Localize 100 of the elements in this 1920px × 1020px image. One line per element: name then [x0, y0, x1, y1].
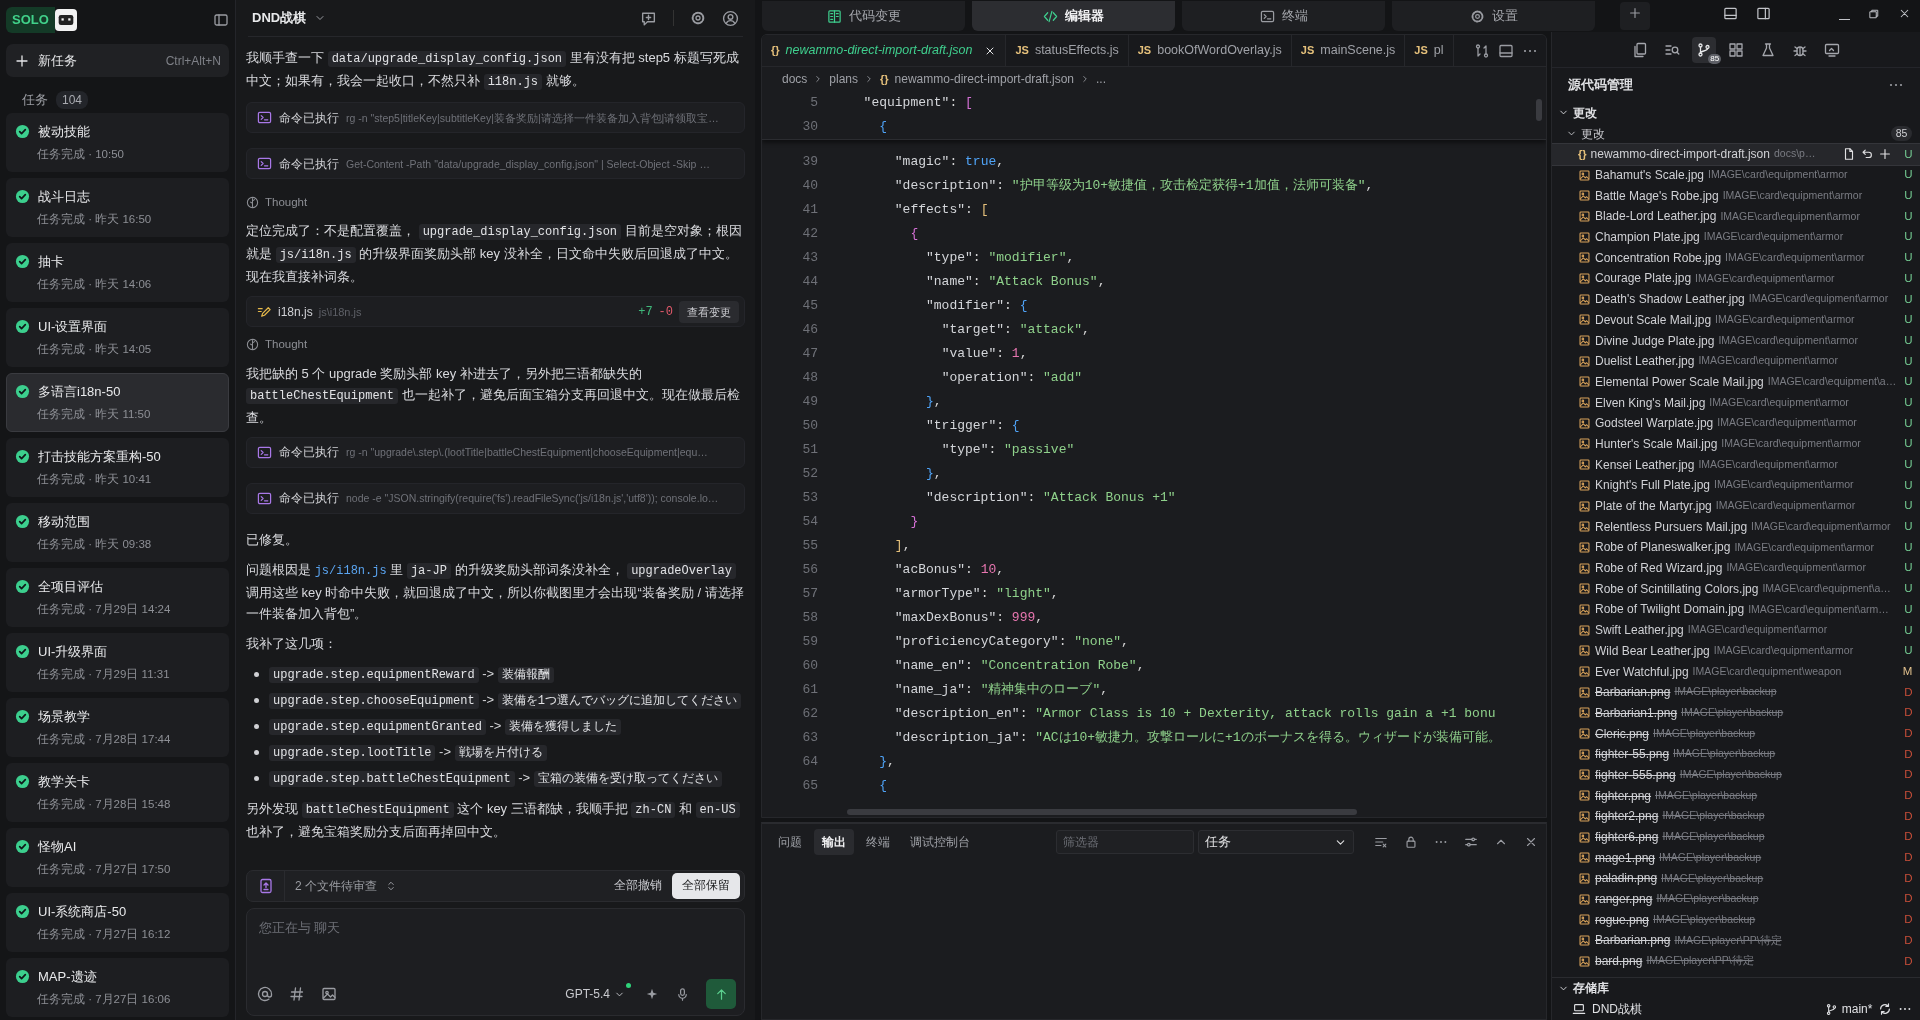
- file-row[interactable]: Robe of Red Wizard.jpg IMAGE\card\equipment\armor U: [1552, 557, 1920, 579]
- code-line: "effects": [: [893, 201, 989, 219]
- task-item[interactable]: UI-设置界面 任务完成 · 昨天 14:05: [6, 308, 229, 367]
- file-row[interactable]: fighter-555.png IMAGE\player\backup D: [1552, 764, 1920, 786]
- pending-files-button[interactable]: 2 个文件待审查: [285, 876, 403, 896]
- file-row[interactable]: Plate of the Martyr.jpg IMAGE\card\equipment\armor U: [1552, 495, 1920, 517]
- task-item[interactable]: 场景教学 任务完成 · 7月28日 17:44: [6, 698, 229, 757]
- output-channel-select[interactable]: 任务: [1198, 830, 1354, 854]
- top-tab[interactable]: 设置: [1392, 1, 1595, 31]
- panel-tab[interactable]: 输出: [814, 829, 854, 855]
- top-tab[interactable]: 终端: [1182, 1, 1385, 31]
- task-item[interactable]: 教学关卡 任务完成 · 7月28日 15:48: [6, 763, 229, 822]
- line-number: 46: [801, 321, 818, 339]
- file-row[interactable]: Godsteel Warplate.jpg IMAGE\card\equipment\armor U: [1552, 412, 1920, 434]
- file-path: IMAGE\card\equipment\armor: [1709, 394, 1849, 410]
- file-row[interactable]: Blade-Lord Leather.jpg IMAGE\card\equipment\armor U: [1552, 206, 1920, 227]
- model-selector[interactable]: GPT-5.4: [561, 983, 629, 1005]
- breadcrumb-item[interactable]: ...: [1096, 70, 1106, 88]
- file-row[interactable]: fighter-55.png IMAGE\player\backup D: [1552, 743, 1920, 765]
- file-row[interactable]: Ever Watchful.jpg IMAGE\card\equipment\weapon M: [1552, 661, 1920, 682]
- editor-tab[interactable]: JS bookOfWordOverlay.js: [1128, 35, 1292, 66]
- command-card[interactable]: 命令已执行 rg -n "upgrade\.step\.(lootTitle|battleChestEquipment|chooseEquipment|equ…: [246, 436, 745, 468]
- file-row[interactable]: rogue.png IMAGE\player\backup D: [1552, 909, 1920, 931]
- task-item[interactable]: 全项目评估 任务完成 · 7月29日 14:24: [6, 568, 229, 627]
- file-row[interactable]: mage1.png IMAGE\player\backup D: [1552, 847, 1920, 869]
- file-row[interactable]: Courage Plate.jpg IMAGE\card\equipment\armor U: [1552, 268, 1920, 289]
- editor-tab[interactable]: JS statusEffects.js: [1006, 35, 1129, 66]
- file-row[interactable]: Concentration Robe.jpg IMAGE\card\equipment\armor U: [1552, 247, 1920, 269]
- panel-tab[interactable]: 问题: [770, 829, 810, 855]
- file-path: IMAGE\player\backup: [1659, 849, 1762, 865]
- file-row[interactable]: fighter6.png IMAGE\player\backup D: [1552, 826, 1920, 848]
- file-row[interactable]: paladin.png IMAGE\player\backup D: [1552, 868, 1920, 889]
- file-row[interactable]: Barbarian.png IMAGE\player\backup D: [1552, 681, 1920, 703]
- panel-tab[interactable]: 终端: [858, 829, 898, 855]
- file-row[interactable]: Battle Mage's Robe.jpg IMAGE\card\equipment\armor U: [1552, 185, 1920, 207]
- file-row[interactable]: Barbarian.png IMAGE\player\PP\待定 D: [1552, 930, 1920, 951]
- editor-tab[interactable]: JS pl: [1405, 35, 1454, 66]
- keep-all-button[interactable]: 全部保留: [672, 873, 740, 899]
- top-tab[interactable]: 代码变更: [762, 1, 965, 31]
- file-row[interactable]: Relentless Pursuers Mail.jpg IMAGE\card\equipment\armor U: [1552, 516, 1920, 538]
- group-header[interactable]: 更改 85: [1552, 123, 1920, 144]
- view-changes-button[interactable]: 查看变更: [679, 300, 739, 323]
- section-header[interactable]: 存储库: [1552, 977, 1920, 998]
- breadcrumb-item[interactable]: newammo-direct-import-draft.json: [894, 70, 1074, 88]
- file-row[interactable]: Divine Judge Plate.jpg IMAGE\card\equipment\armor U: [1552, 330, 1920, 351]
- top-tab[interactable]: 编辑器: [972, 1, 1175, 31]
- file-row[interactable]: Robe of Scintillating Colors.jpg IMAGE\card\equipment\a… U: [1552, 578, 1920, 600]
- task-item[interactable]: UI-系统商店-50 任务完成 · 7月27日 16:12: [6, 893, 229, 952]
- file-row[interactable]: Elemental Power Scale Mail.jpg IMAGE\card\equipment\a… U: [1552, 371, 1920, 393]
- task-item[interactable]: 被动技能 任务完成 · 10:50: [6, 113, 229, 172]
- file-row[interactable]: Robe of Twilight Domain.jpg IMAGE\card\equipment\arm… U: [1552, 599, 1920, 620]
- task-item[interactable]: MAP-遗迹 任务完成 · 7月27日 16:06: [6, 958, 229, 1017]
- task-item[interactable]: 怪物AI 任务完成 · 7月27日 17:50: [6, 828, 229, 887]
- file-row[interactable]: Cleric.png IMAGE\player\backup D: [1552, 723, 1920, 744]
- thought-label[interactable]: Thought: [265, 194, 308, 212]
- file-row[interactable]: Duelist Leather.jpg IMAGE\card\equipment\armor U: [1552, 350, 1920, 372]
- thought-label[interactable]: Thought: [265, 336, 308, 354]
- new-task-button[interactable]: 新任务 Ctrl+Alt+N: [6, 44, 229, 77]
- panel-tab[interactable]: 调试控制台: [902, 829, 978, 855]
- file-row[interactable]: bard.png IMAGE\player\PP\待定 D: [1552, 950, 1920, 972]
- task-item[interactable]: 抽卡 任务完成 · 昨天 14:06: [6, 243, 229, 302]
- file-row[interactable]: Champion Plate.jpg IMAGE\card\equipment\armor U: [1552, 226, 1920, 248]
- file-row[interactable]: fighter.png IMAGE\player\backup D: [1552, 785, 1920, 806]
- task-title: UI-升级界面: [38, 643, 108, 661]
- filter-field[interactable]: 筛选器: [1056, 830, 1194, 854]
- file-link[interactable]: js/i18n.js: [314, 563, 387, 578]
- task-item[interactable]: 战斗日志 任务完成 · 昨天 16:50: [6, 178, 229, 237]
- message-composer[interactable]: 您正在与 聊天 GPT-5.4: [246, 908, 745, 1016]
- editor-tab[interactable]: JS mainScene.js: [1291, 35, 1406, 66]
- file-row[interactable]: Death's Shadow Leather.jpg IMAGE\card\equipment\armor U: [1552, 288, 1920, 310]
- message-input[interactable]: 您正在与 聊天: [257, 917, 736, 979]
- file-row[interactable]: Wild Bear Leather.jpg IMAGE\card\equipment\armor U: [1552, 640, 1920, 662]
- task-title: UI-设置界面: [38, 318, 108, 336]
- file-row[interactable]: Elven King's Mail.jpg IMAGE\card\equipment\armor U: [1552, 392, 1920, 413]
- file-row[interactable]: ranger.png IMAGE\player\backup D: [1552, 888, 1920, 910]
- branch-button[interactable]: main*: [1824, 1000, 1873, 1018]
- file-row[interactable]: Hunter's Scale Mail.jpg IMAGE\card\equipment\armor U: [1552, 433, 1920, 455]
- file-row[interactable]: Devout Scale Mail.jpg IMAGE\card\equipment\armor U: [1552, 309, 1920, 331]
- file-row[interactable]: Bahamut's Scale.jpg IMAGE\card\equipment\armor U: [1552, 164, 1920, 186]
- breadcrumb-item[interactable]: plans: [829, 70, 859, 88]
- file-row[interactable]: Robe of Planeswalker.jpg IMAGE\card\equipment\armor U: [1552, 537, 1920, 558]
- repository-row[interactable]: DND战棋 main*: [1552, 998, 1920, 1020]
- section-header[interactable]: 更改: [1552, 102, 1920, 123]
- file-name: Blade-Lord Leather.jpg: [1595, 208, 1717, 226]
- task-item[interactable]: 移动范围 任务完成 · 昨天 09:38: [6, 503, 229, 562]
- file-row[interactable]: Barbarian1.png IMAGE\player\backup D: [1552, 702, 1920, 724]
- file-row[interactable]: Kensei Leather.jpg IMAGE\card\equipment\armor U: [1552, 454, 1920, 475]
- task-item[interactable]: UI-升级界面 任务完成 · 7月29日 11:31: [6, 633, 229, 692]
- status-letter: U: [1903, 374, 1913, 390]
- file-row[interactable]: Knight's Full Plate.jpg IMAGE\card\equipment\armor U: [1552, 475, 1920, 496]
- task-item[interactable]: 打击技能方案重构-50 任务完成 · 昨天 10:41: [6, 438, 229, 497]
- task-item[interactable]: 多语言i18n-50 任务完成 · 昨天 11:50: [6, 373, 229, 432]
- discard-all-button[interactable]: 全部撤销: [608, 876, 668, 896]
- command-card[interactable]: 命令已执行 Get-Content -Path "data/upgrade_display_config.json" | Select-Object -Skip …: [246, 148, 745, 179]
- file-row[interactable]: {} newammo-direct-import-draft.json docs\p… U: [1552, 144, 1920, 165]
- breadcrumb-item[interactable]: docs: [782, 70, 808, 88]
- file-row[interactable]: Swift Leather.jpg IMAGE\card\equipment\armor U: [1552, 619, 1920, 641]
- file-row[interactable]: fighter2.png IMAGE\player\backup D: [1552, 806, 1920, 827]
- command-card[interactable]: 命令已执行 node -e "JSON.stringify(require('fs').readFileSync('js/i18n.js','utf8')); console.lo…: [246, 482, 745, 514]
- file-path: IMAGE\card\equipment\armor: [1698, 456, 1838, 472]
